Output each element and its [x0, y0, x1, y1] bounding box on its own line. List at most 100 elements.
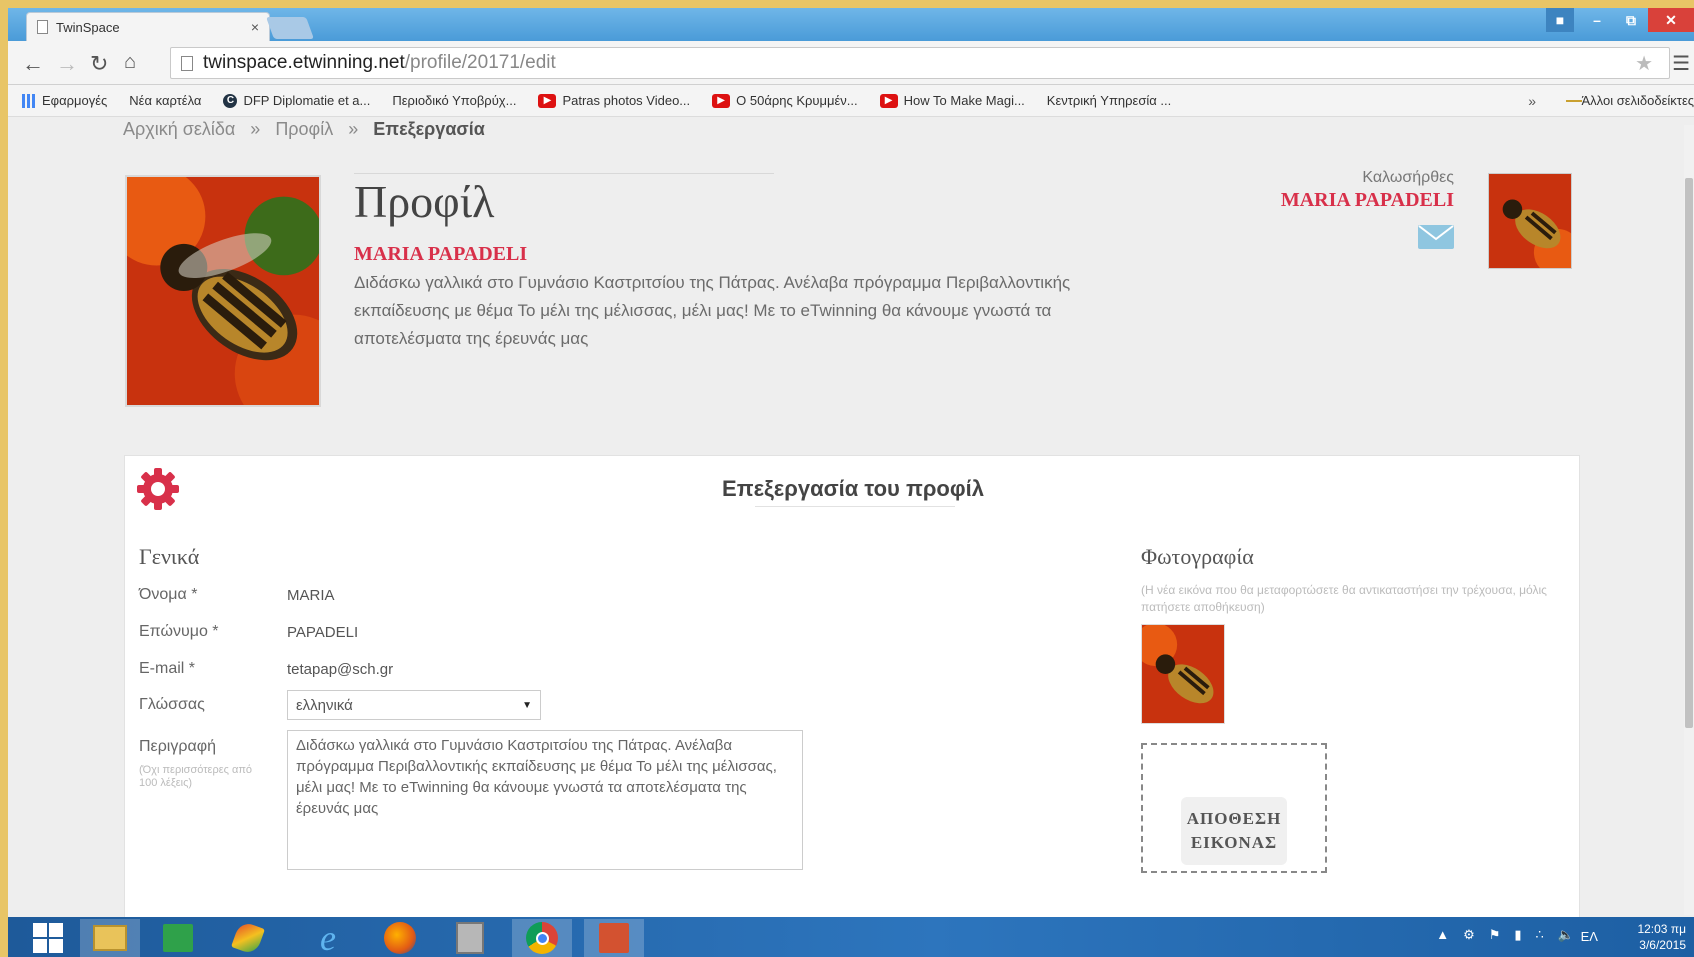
bookmark-label: Ο 50άρης Κρυμμέν... — [736, 93, 858, 108]
restore-button[interactable]: ⧉ — [1614, 8, 1648, 32]
minimize-button[interactable]: – — [1580, 8, 1614, 32]
youtube-icon: ▶ — [538, 93, 557, 108]
description-hint: (Όχι περισσότερες από 100 λέξεις) — [139, 764, 253, 789]
bookmark-magazine[interactable]: Περιοδικό Υποβρύχ... — [8, 93, 516, 208]
profile-photo — [125, 175, 321, 407]
window-controls: ■ – ⧉ ✕ — [1546, 8, 1694, 34]
breadcrumb-home[interactable]: Αρχική σελίδα — [123, 119, 235, 139]
dfp-icon: C — [223, 93, 238, 108]
page-title: Προφίλ — [354, 176, 495, 227]
breadcrumb-current: Επεξεργασία — [373, 119, 485, 139]
bookmark-service[interactable]: Κεντρική Υπηρεσία ... — [8, 93, 1171, 208]
other-bookmarks[interactable]: Άλλοι σελιδοδείκτες — [1565, 93, 1694, 108]
powerpoint-icon[interactable] — [584, 919, 644, 957]
home-icon[interactable]: ⌂ — [124, 51, 136, 74]
avatar[interactable] — [1488, 173, 1572, 269]
menu-icon[interactable]: ☰ — [1672, 51, 1690, 76]
address-bar[interactable]: twinspace.etwinning.net /profile/20171/e… — [170, 47, 1670, 79]
start-button[interactable] — [18, 919, 78, 957]
breadcrumb: Αρχική σελίδα » Προφίλ » Επεξεργασία — [123, 119, 485, 140]
youtube-icon: ▶ — [879, 93, 898, 108]
store-icon[interactable] — [148, 919, 208, 957]
windows-logo-icon — [33, 923, 63, 953]
email-label: E-mail * — [139, 660, 196, 677]
bookmark-dfp[interactable]: C DFP Diplomatie et a... — [223, 93, 370, 108]
page-icon — [37, 20, 48, 34]
input-language[interactable]: ΕΛ — [1581, 929, 1598, 944]
description-textarea[interactable]: Διδάσκω γαλλικά στο Γυμνάσιο Καστριτσίου… — [287, 730, 803, 870]
bookmark-label: Εφαρμογές — [42, 93, 108, 108]
chrome-icon[interactable] — [512, 919, 572, 957]
first-name-value[interactable]: MARIA — [287, 587, 335, 604]
volume-icon[interactable]: 🔈 — [1558, 927, 1574, 943]
bookmark-label: How To Make Magi... — [903, 93, 1025, 108]
bookmark-new-tab[interactable]: Νέα καρτέλα — [8, 93, 202, 208]
browser-tab[interactable]: TwinSpace × — [26, 12, 270, 41]
scrollbar-thumb[interactable] — [1685, 178, 1693, 728]
back-icon[interactable]: ← — [22, 51, 44, 77]
new-tab-button[interactable] — [265, 17, 315, 39]
photo-section-title: Φωτογραφία — [1141, 544, 1254, 569]
firefox-icon[interactable] — [370, 919, 430, 957]
network-settings-icon[interactable]: ⚙ — [1463, 927, 1475, 943]
tab-title: TwinSpace — [56, 19, 120, 35]
clock[interactable]: 12:03 πμ 3/6/2015 — [1637, 921, 1686, 953]
reload-icon[interactable]: ↻ — [90, 51, 108, 77]
page-icon — [181, 55, 193, 71]
close-button[interactable]: ✕ — [1648, 8, 1694, 32]
apps-icon — [22, 93, 36, 108]
bookmark-apps[interactable]: Εφαρμογές — [22, 93, 107, 108]
forward-icon[interactable]: → — [56, 51, 78, 77]
youtube-icon: ▶ — [712, 93, 731, 108]
user-name-link[interactable]: MARIA PAPADELI — [1281, 189, 1454, 212]
upload-label-line1: ΑΠΟΘΕΣΗ — [1186, 809, 1282, 828]
file-explorer-icon[interactable] — [80, 919, 140, 957]
description-label: Περιγραφή — [139, 738, 216, 755]
url-host: twinspace.etwinning.net — [203, 52, 405, 73]
bookmark-label: Νέα καρτέλα — [129, 93, 202, 108]
internet-explorer-icon[interactable]: e — [298, 918, 358, 957]
upload-label-line2: ΕΙΚΟΝΑΣ — [1190, 833, 1278, 852]
breadcrumb-profile[interactable]: Προφίλ — [275, 119, 333, 139]
photo-dropzone[interactable]: ΑΠΟΘΕΣΗ ΕΙΚΟΝΑΣ — [1141, 743, 1327, 873]
language-label: Γλώσσας — [139, 696, 205, 713]
bookmarks-more-icon[interactable]: » — [1528, 93, 1536, 109]
email-value[interactable]: tetapap@sch.gr — [287, 661, 393, 678]
media-app-icon[interactable] — [440, 919, 500, 957]
breadcrumb-separator: » — [348, 119, 359, 139]
browser-window: TwinSpace × ■ – ⧉ ✕ ← → ↻ ⌂ twinspace.et… — [8, 8, 1694, 957]
title-divider — [755, 506, 955, 507]
profile-bio: Διδάσκω γαλλικά στο Γυμνάσιο Καστριτσίου… — [354, 273, 1071, 348]
user-icon[interactable]: ■ — [1546, 8, 1574, 32]
system-tray: ▲ ⚙ ⚑ ▮ ∴ 🔈 — [1436, 927, 1574, 943]
tray-overflow-icon[interactable]: ▲ — [1436, 927, 1449, 943]
edit-profile-title: Επεξεργασία του προφίλ — [722, 476, 984, 501]
upload-image-button[interactable]: ΑΠΟΘΕΣΗ ΕΙΚΟΝΑΣ — [1181, 797, 1287, 865]
general-section-title: Γενικά — [139, 544, 200, 569]
browser-toolbar: ← → ↻ ⌂ twinspace.etwinning.net /profile… — [8, 41, 1694, 85]
flag-icon[interactable]: ⚑ — [1489, 927, 1501, 943]
paint-app-icon[interactable] — [218, 919, 278, 957]
bookmarks-bar: Εφαρμογές Νέα καρτέλα C DFP Diplomatie et… — [8, 85, 1694, 208]
welcome-label: Καλωσήρθες — [1362, 169, 1454, 186]
title-bar: TwinSpace × ■ – ⧉ ✕ — [8, 8, 1694, 41]
bookmark-patras[interactable]: ▶ Patras photos Video... — [538, 93, 690, 108]
windows-taskbar: e ▲ ⚙ ⚑ ▮ ∴ 🔈 ΕΛ 12:03 πμ 3/6/2015 — [8, 917, 1694, 957]
last-name-label: Επώνυμο * — [139, 623, 219, 640]
clock-date: 3/6/2015 — [1639, 938, 1686, 952]
photo-note: (Η νέα εικόνα που θα μεταφορτώσετε θα αν… — [1141, 583, 1547, 614]
battery-icon[interactable]: ▮ — [1514, 927, 1521, 943]
edit-profile-card: Επεξεργασία του προφίλ Γενικά Όνομα * MA… — [124, 455, 1580, 925]
folder-icon — [1565, 99, 1582, 102]
last-name-value[interactable]: PAPADELI — [287, 624, 358, 641]
tab-close-icon[interactable]: × — [251, 19, 259, 35]
mail-icon[interactable] — [1418, 225, 1454, 249]
bookmark-video[interactable]: ▶ Ο 50άρης Κρυμμέν... — [712, 93, 858, 108]
bookmark-label: Patras photos Video... — [562, 93, 691, 108]
bookmark-magic[interactable]: ▶ How To Make Magi... — [879, 93, 1025, 108]
wifi-signal-icon[interactable]: ∴ — [1536, 927, 1544, 943]
heading-divider — [354, 173, 774, 174]
language-selected: ελληνικά — [296, 696, 353, 714]
bookmark-star-icon[interactable]: ★ — [1635, 51, 1653, 76]
language-select[interactable]: ελληνικά ▼ — [287, 690, 541, 720]
